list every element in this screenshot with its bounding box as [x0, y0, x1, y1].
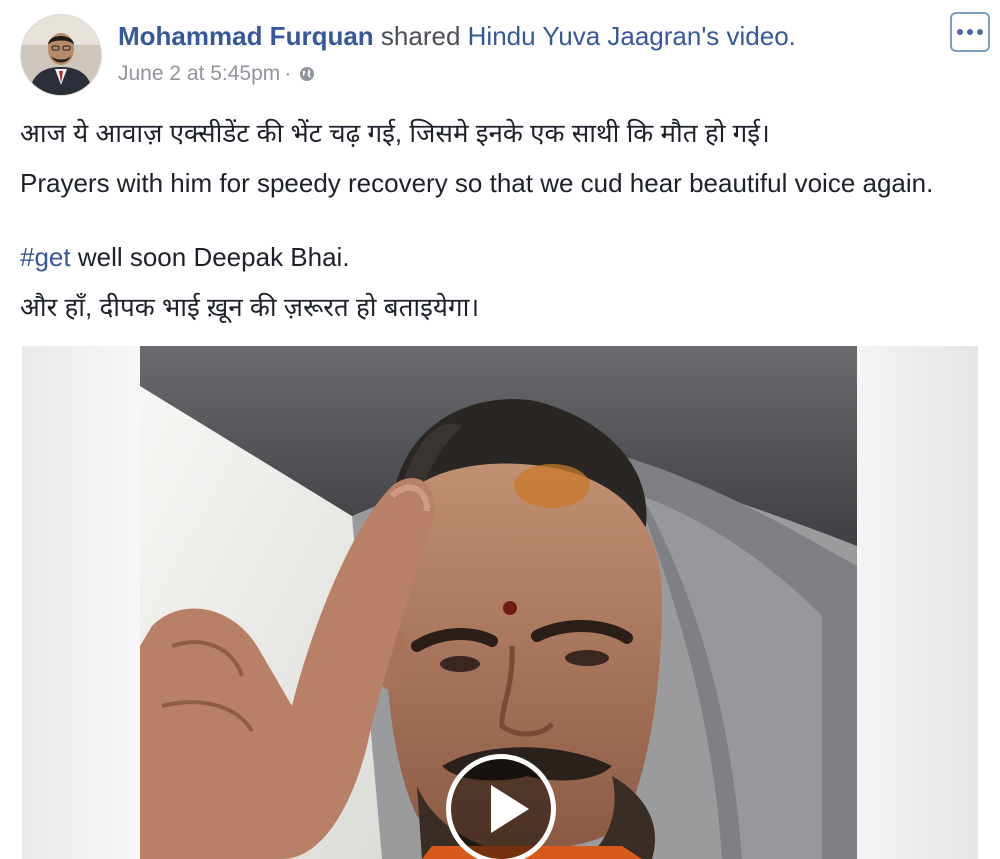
author-avatar[interactable] [20, 14, 102, 96]
more-options-icon-dot [967, 29, 973, 35]
hashtag-link[interactable]: #get [20, 242, 71, 272]
get-well-text: well soon Deepak Bhai. [70, 242, 350, 272]
facebook-post: Mohammad Furquan shared Hindu Yuva Jaagr… [0, 0, 1000, 859]
post-text-hindi-blood: और हाँ, दीपक भाई ख़ून की ज़रूरत हो बताइय… [20, 292, 480, 322]
video-player[interactable] [22, 346, 978, 859]
globe-icon[interactable] [299, 62, 315, 81]
more-options-icon-dot [977, 29, 983, 35]
more-options-button[interactable] [950, 12, 990, 52]
share-action-text: shared [380, 21, 461, 51]
post-timestamp[interactable]: June 2 at 5:45pm [118, 62, 280, 85]
play-icon [491, 785, 529, 833]
author-name-link[interactable]: Mohammad Furquan [118, 21, 374, 51]
play-button[interactable] [446, 754, 556, 859]
post-text-get-well: #get well soon Deepak Bhai. [20, 240, 980, 274]
post-text-prayers: Prayers with him for speedy recovery so … [20, 168, 934, 198]
post-text-hindi-line: आज ये आवाज़ एक्सीडेंट की भेंट चढ़ गई, जि… [20, 118, 770, 148]
shared-page-link[interactable]: Hindu Yuva Jaagran's video. [468, 21, 796, 51]
post-meta: June 2 at 5:45pm · [118, 60, 315, 88]
meta-separator: · [284, 62, 292, 85]
more-options-icon [957, 29, 963, 35]
post-header: Mohammad Furquan shared Hindu Yuva Jaagr… [118, 20, 796, 52]
